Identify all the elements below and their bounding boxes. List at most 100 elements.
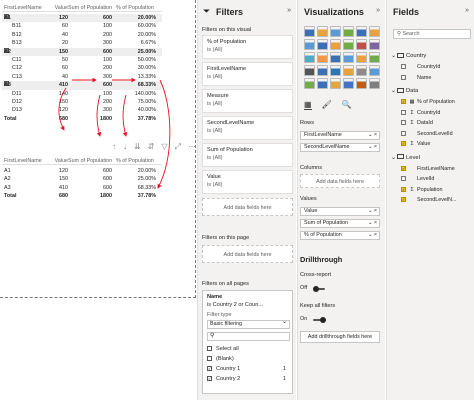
remove-icon[interactable]: ⌄ × [368,232,377,239]
remove-icon[interactable]: ⌄ × [368,208,377,215]
visual-type-icon[interactable] [330,39,341,50]
visual-type-icon[interactable] [343,65,354,76]
matrix-total-row[interactable]: Total 680 1800 37.78% [2,115,162,123]
matrix-col-header[interactable]: Value [46,4,68,12]
table-col-header[interactable]: FirstLevelName [4,157,42,165]
matrix-group-row[interactable]: ⊟ A2 150 600 25.00% [2,47,162,56]
visual-filter-card[interactable]: % of Population is (All) [202,35,293,59]
visual-type-icon[interactable] [317,78,328,89]
visual-filter-card[interactable]: Sum of Population is (All) [202,143,293,167]
checkbox[interactable]: ✓ [401,186,406,192]
analytics-tab-icon[interactable]: 🔍 [342,100,352,110]
collapse-icon[interactable]: » [376,7,380,14]
visual-type-icon[interactable] [369,26,380,37]
filter-search-input[interactable]: ⚲ [207,332,290,341]
visual-type-icon[interactable] [330,78,341,89]
field-item[interactable]: Σ DataId [401,119,433,128]
visual-type-icon[interactable] [356,52,367,63]
field-item[interactable]: ✓ Σ Population [401,186,442,195]
rows-field-pill[interactable]: SecondLevelName ⌄ × [300,143,380,152]
visual-type-icon[interactable] [304,65,315,76]
drill-down-icon[interactable]: ↓ [123,142,127,154]
more-options-icon[interactable]: ⋯ [188,142,196,154]
drill-up-icon[interactable]: ↑ [112,142,116,154]
visual-type-icon[interactable] [304,39,315,50]
matrix-child-row[interactable]: C11 50 100 50.00% [2,56,162,64]
visual-type-icon[interactable] [369,78,380,89]
visual-type-icon[interactable] [356,65,367,76]
checkbox[interactable] [401,130,406,136]
field-item[interactable]: LevelId [401,175,434,184]
matrix-col-header[interactable]: Sum of Population [68,4,112,12]
keep-filters-toggle[interactable]: On [300,316,326,323]
table-row[interactable]: A3 410 600 68.33% [2,184,162,192]
visual-type-icon[interactable] [356,39,367,50]
filter-value-item[interactable]: ✓ Country 1 1 [207,364,288,373]
page-add-fields[interactable]: Add data fields here [202,245,293,263]
visual-type-icon[interactable] [304,52,315,63]
visual-type-icon[interactable] [330,26,341,37]
checkbox[interactable]: ✓ [401,99,406,105]
filter-type-dropdown[interactable]: Basic filtering [207,319,290,329]
visual-type-icon[interactable] [369,52,380,63]
checkbox[interactable]: ✓ [401,141,406,147]
checkbox[interactable] [401,120,406,126]
visual-add-fields[interactable]: Add data fields here [202,198,293,216]
matrix-child-row[interactable]: D12 150 200 75.00% [2,98,162,106]
matrix-child-row[interactable]: C12 60 200 30.00% [2,64,162,72]
table-row[interactable]: A2 150 600 25.00% [2,175,162,183]
visual-type-icon[interactable] [304,26,315,37]
matrix-col-header[interactable]: % of Population [116,4,160,12]
matrix-child-row[interactable]: B13 20 300 6.67% [2,39,162,47]
matrix-child-row[interactable]: D13 120 300 40.00% [2,106,162,114]
field-item[interactable]: CountryId [401,63,440,72]
visual-type-icon[interactable] [356,78,367,89]
drillthrough-add-fields[interactable]: Add drillthrough fields here [300,331,380,343]
report-canvas[interactable]: FirstLevelName Value Sum of Population %… [0,0,196,400]
visual-type-icon[interactable] [317,52,328,63]
field-table[interactable]: ⌄ Country [391,52,426,61]
matrix-group-row[interactable]: ⊟ A3 410 600 68.33% [2,81,162,90]
field-item[interactable]: Σ CountryId [401,109,440,118]
matrix-child-row[interactable]: D11 140 100 140.00% [2,90,162,98]
visual-type-icon[interactable] [343,39,354,50]
matrix-child-row[interactable]: C13 40 300 13.33% [2,73,162,81]
visual-filter-card[interactable]: Value is (All) [202,170,293,194]
visual-type-icon[interactable] [317,26,328,37]
focus-mode-icon[interactable]: ⤢ [175,142,181,154]
expand-all-icon[interactable]: ⇊ [134,142,141,154]
checkbox[interactable]: ✓ [207,376,212,381]
country-filter-card[interactable]: Name is Country 2 or Coun... Filter type… [202,290,293,394]
checkbox[interactable] [207,356,212,361]
field-table[interactable]: ⌄ Data [391,87,418,96]
visual-filter-card[interactable]: Measure is (All) [202,89,293,113]
collapse-icon[interactable]: » [287,7,291,14]
checkbox[interactable] [207,346,212,351]
field-item[interactable]: ✓ SecondLevelN... [401,196,457,205]
table-row[interactable]: A1 120 600 20.00% [2,167,162,175]
field-item[interactable]: ✓ ▦% of Population [401,98,455,107]
checkbox[interactable] [401,109,406,115]
filter-value-item[interactable]: Select all [207,344,288,353]
checkbox[interactable]: ✓ [401,165,406,171]
table-col-header[interactable]: % of Population [116,157,160,165]
remove-icon[interactable]: ⌄ × [368,144,377,151]
checkbox[interactable] [401,176,406,182]
visual-type-icon[interactable] [343,52,354,63]
field-table[interactable]: ⌄ Level [391,154,420,163]
field-item[interactable]: ✓ Σ Value [401,140,430,149]
visual-filter-card[interactable]: SecondLevelName is (All) [202,116,293,140]
table-visual[interactable]: FirstLevelName Value Sum of Population %… [2,157,162,207]
matrix-child-row[interactable]: B12 40 200 20.00% [2,31,162,39]
matrix-group-row[interactable]: ⊟ A1 120 600 20.00% [2,14,162,23]
filter-icon[interactable]: ▽ [161,142,167,154]
visual-type-icon[interactable] [343,26,354,37]
values-field-pill[interactable]: % of Population ⌄ × [300,231,380,240]
filter-value-item[interactable]: ✓ Country 2 1 [207,374,288,383]
columns-add-fields[interactable]: Add data fields here [300,174,380,188]
visual-type-icon[interactable] [330,65,341,76]
matrix-visual[interactable]: FirstLevelName Value Sum of Population %… [2,4,162,122]
checkbox[interactable]: ✓ [401,197,406,203]
rows-field-pill[interactable]: FirstLevelName ⌄ × [300,131,380,140]
filter-value-item[interactable]: (Blank) [207,354,288,363]
